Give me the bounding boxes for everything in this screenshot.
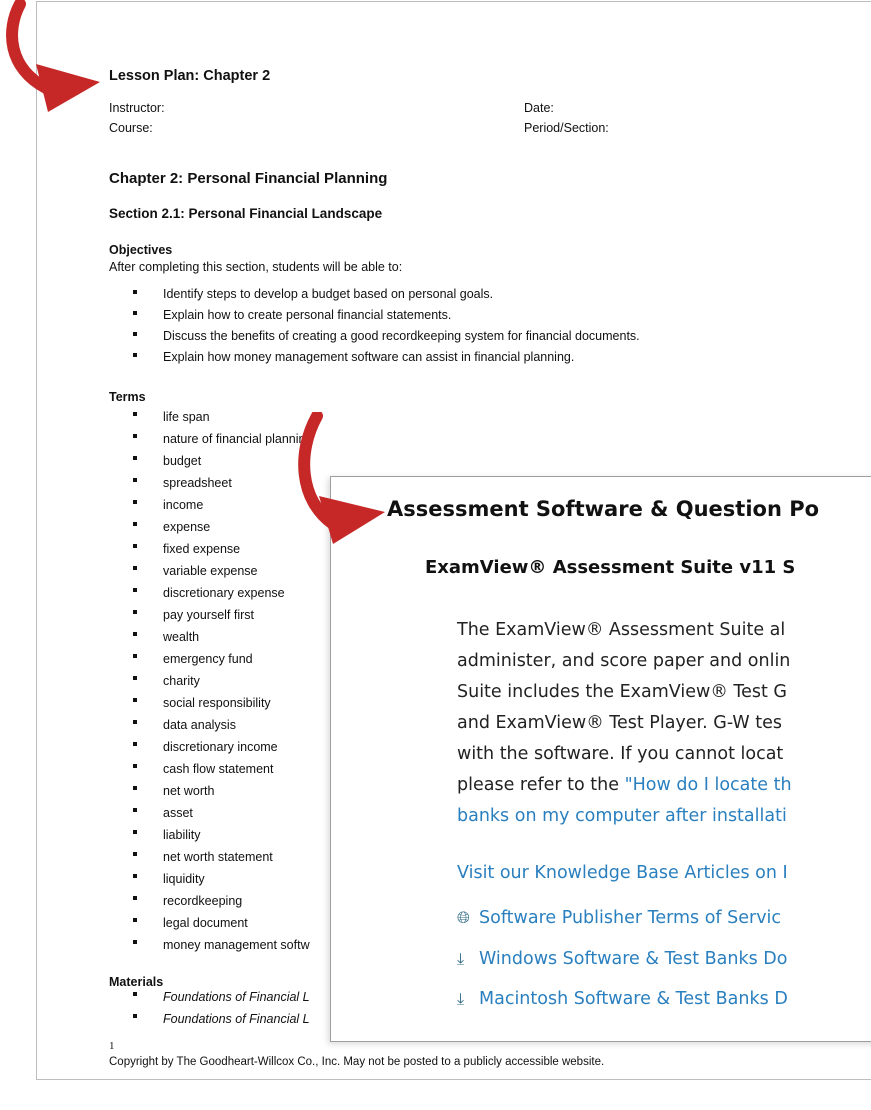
macintosh-download-link[interactable]: ⤓ Macintosh Software & Test Banks D [457, 989, 788, 1009]
list-item: money management softw [109, 934, 312, 956]
list-item: social responsibility [109, 692, 312, 714]
list-item: net worth statement [109, 846, 312, 868]
overlay-body: The ExamView® Assessment Suite al admini… [457, 615, 792, 832]
windows-download-link[interactable]: ⤓ Windows Software & Test Banks Do [457, 949, 787, 969]
download-icon: ⤓ [457, 989, 465, 1008]
list-item: legal document [109, 912, 312, 934]
materials-list: Foundations of Financial L Foundations o… [109, 986, 310, 1030]
body-line: and ExamView® Test Player. G-W tes [457, 713, 783, 733]
copyright-notice: Copyright by The Goodheart-Willcox Co., … [109, 1056, 605, 1068]
list-item: data analysis [109, 714, 312, 736]
list-item: wealth [109, 626, 312, 648]
list-item: charity [109, 670, 312, 692]
list-item: emergency fund [109, 648, 312, 670]
list-item: budget [109, 450, 312, 472]
body-line: with the software. If you cannot locat [457, 744, 784, 764]
chapter-title: Chapter 2: Personal Financial Planning [109, 170, 388, 187]
knowledge-base-link[interactable]: Visit our Knowledge Base Articles on I [457, 863, 788, 883]
list-item: Discuss the benefits of creating a good … [109, 326, 640, 347]
page-number: 1 [109, 1040, 115, 1052]
list-item: Foundations of Financial L [109, 1008, 310, 1030]
list-item: cash flow statement [109, 758, 312, 780]
terms-heading: Terms [109, 390, 146, 404]
body-line-text: please refer to the [457, 775, 625, 795]
overlay-subtitle: ExamView® Assessment Suite v11 S [425, 557, 796, 578]
list-item: asset [109, 802, 312, 824]
list-item: nature of financial planning [109, 428, 312, 450]
course-label: Course: [109, 121, 153, 135]
list-item: Identify steps to develop a budget based… [109, 284, 640, 305]
overlay-title: Assessment Software & Question Po [387, 497, 820, 521]
locate-test-banks-link[interactable]: "How do I locate th [625, 775, 792, 795]
terms-of-service-link[interactable]: 🌐︎ Software Publisher Terms of Servic [457, 908, 781, 928]
list-item: liquidity [109, 868, 312, 890]
period-label: Period/Section: [524, 121, 609, 135]
body-line: administer, and score paper and onlin [457, 651, 791, 671]
lesson-plan-title: Lesson Plan: Chapter 2 [109, 68, 271, 84]
body-line: please refer to the "How do I locate th [457, 770, 792, 801]
locate-test-banks-link-continued[interactable]: banks on my computer after installati [457, 801, 792, 832]
list-item: Explain how to create personal financial… [109, 305, 640, 326]
list-item: spreadsheet [109, 472, 312, 494]
objectives-intro: After completing this section, students … [109, 260, 403, 274]
list-item: discretionary expense [109, 582, 312, 604]
body-line: Suite includes the ExamView® Test G [457, 682, 787, 702]
list-item: recordkeeping [109, 890, 312, 912]
red-arrow-icon [6, 0, 100, 112]
list-item: Explain how money management software ca… [109, 347, 640, 368]
list-item: Foundations of Financial L [109, 986, 310, 1008]
list-item: income [109, 494, 312, 516]
list-item: expense [109, 516, 312, 538]
section-title: Section 2.1: Personal Financial Landscap… [109, 206, 383, 221]
list-item: fixed expense [109, 538, 312, 560]
list-item: variable expense [109, 560, 312, 582]
list-item: liability [109, 824, 312, 846]
objectives-heading: Objectives [109, 243, 173, 257]
date-label: Date: [524, 101, 554, 115]
terms-list: life span nature of financial planning b… [109, 406, 312, 956]
assessment-software-panel: Assessment Software & Question Po ExamVi… [330, 476, 871, 1042]
list-item: discretionary income [109, 736, 312, 758]
objectives-list: Identify steps to develop a budget based… [109, 284, 640, 368]
list-item: life span [109, 406, 312, 428]
instructor-label: Instructor: [109, 101, 165, 115]
list-item: net worth [109, 780, 312, 802]
red-arrow-icon [298, 412, 385, 544]
list-item: pay yourself first [109, 604, 312, 626]
download-icon: ⤓ [457, 949, 465, 968]
body-line: The ExamView® Assessment Suite al [457, 620, 786, 640]
globe-icon: 🌐︎ [457, 908, 470, 927]
